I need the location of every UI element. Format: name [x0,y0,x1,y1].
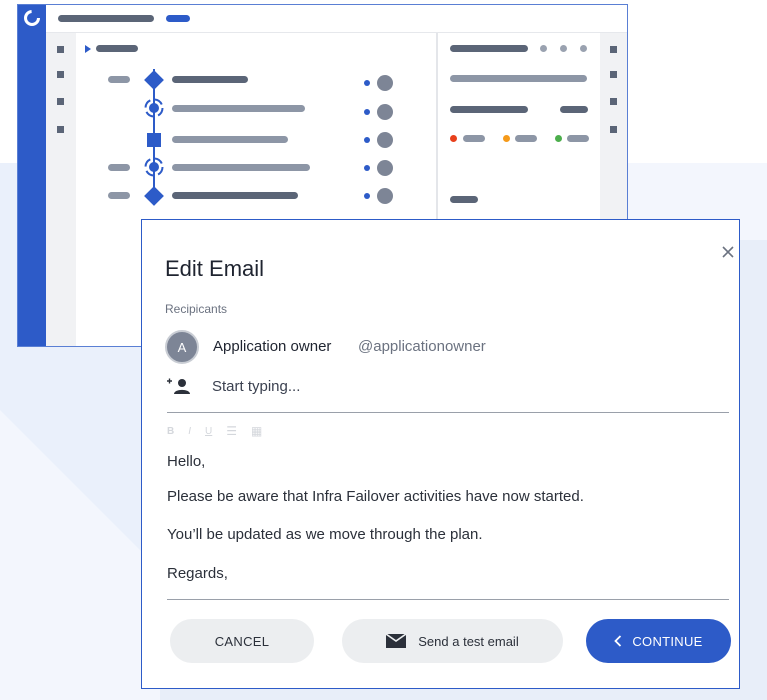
edit-email-dialog: Edit Email Recipicants A Application own… [141,219,740,689]
formatting-toolbar: B I U ☰ ▦ [167,423,262,439]
chevron-left-icon [614,635,622,647]
send-test-email-label: Send a test email [418,633,519,649]
app-tag-placeholder [166,15,190,22]
cancel-button-label: CANCEL [214,633,270,649]
background-strip [740,240,767,700]
details-value-placeholder [560,106,588,113]
tree-header-placeholder [96,45,138,52]
app-side-item [610,71,617,78]
table-button[interactable]: ▦ [251,424,262,438]
app-side-item [610,126,617,133]
send-test-email-button[interactable]: Send a test email [342,619,563,663]
details-title-placeholder [450,45,528,52]
more-icon [560,45,567,52]
recipient-handle: @applicationowner [358,338,486,355]
dialog-title: Edit Email [165,256,265,281]
mail-icon [386,634,407,648]
app-logo-icon [24,10,40,26]
continue-button[interactable]: CONTINUE [586,619,731,663]
email-greeting[interactable]: Hello, [167,453,205,470]
plan-timeline [108,69,393,206]
recipients-label: Recipicants [165,302,228,316]
details-line-placeholder [450,106,528,113]
continue-button-label: CONTINUE [632,633,703,649]
bold-button[interactable]: B [167,426,174,437]
avatar: A [165,330,199,364]
app-left-column [46,33,76,346]
details-footer-placeholder [450,196,478,203]
app-nav-item [57,98,64,105]
background-bottom [160,688,740,700]
email-signoff[interactable]: Regards, [167,565,228,582]
email-body-line[interactable]: You’ll be updated as we move through the… [167,526,483,543]
app-title-placeholder [58,15,154,22]
cancel-button[interactable]: CANCEL [170,619,314,663]
app-nav-item [57,126,64,133]
caret-right-icon [85,45,91,53]
recipient-name: Application owner [213,338,332,355]
avatar-letter: A [177,339,187,355]
status-orange-icon [503,135,510,142]
app-side-item [610,46,617,53]
app-header-divider [46,32,627,33]
status-label-placeholder [567,135,589,142]
close-icon[interactable] [720,244,736,260]
add-user-icon[interactable] [165,377,193,395]
underline-button[interactable]: U [205,426,212,437]
app-nav-item [57,71,64,78]
recipients-divider [167,412,729,413]
recipient-search-input[interactable] [212,378,462,395]
status-label-placeholder [463,135,485,142]
app-nav-rail [18,5,46,346]
details-line-placeholder [450,75,587,82]
body-divider [167,599,729,600]
more-icon [580,45,587,52]
app-nav-item [57,46,64,53]
status-green-icon [555,135,562,142]
more-icon [540,45,547,52]
italic-button[interactable]: I [188,426,191,437]
status-label-placeholder [515,135,537,142]
list-button[interactable]: ☰ [226,424,237,438]
email-body-line[interactable]: Please be aware that Infra Failover acti… [167,488,584,505]
status-red-icon [450,135,457,142]
app-side-item [610,98,617,105]
